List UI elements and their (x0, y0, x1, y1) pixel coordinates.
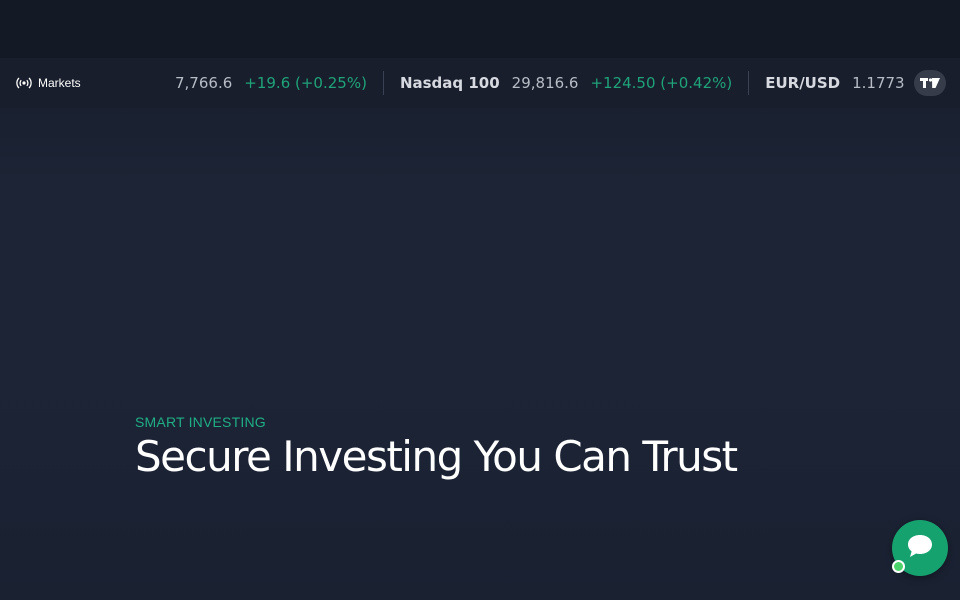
markets-label-text: Markets (38, 76, 81, 90)
tradingview-logo-icon[interactable] (914, 70, 946, 96)
ticker-divider (382, 71, 384, 95)
ticker-item[interactable]: 7,766.6 +19.6 (+0.25%) (175, 58, 367, 108)
ticker-price: 29,816.6 (511, 74, 579, 92)
ticker-item[interactable]: EUR/USD 1.1773 (765, 58, 916, 108)
ticker-change: +124.50 (+0.42%) (590, 74, 733, 92)
page: Markets 7,766.6 +19.6 (+0.25%) Nasdaq 10… (0, 0, 960, 600)
ticker-track: 7,766.6 +19.6 (+0.25%) Nasdaq 100 29,816… (175, 58, 917, 108)
hero-title: Secure Investing You Can Trust (135, 432, 738, 481)
hero-eyebrow: SMART INVESTING (135, 414, 266, 430)
chat-bubble-icon (906, 533, 934, 564)
ticker-symbol: Nasdaq 100 (399, 74, 500, 92)
ticker-item[interactable]: Nasdaq 100 29,816.6 +124.50 (+0.42%) (400, 58, 732, 108)
online-status-indicator (892, 560, 905, 573)
ticker-change: +19.6 (+0.25%) (244, 74, 367, 92)
markets-label[interactable]: Markets (16, 58, 81, 108)
broadcast-icon (16, 77, 32, 89)
market-ticker: Markets 7,766.6 +19.6 (+0.25%) Nasdaq 10… (0, 58, 960, 108)
ticker-price: 1.1773 (852, 74, 905, 92)
ticker-divider (748, 71, 750, 95)
top-navigation-bar (0, 0, 960, 58)
ticker-price: 7,766.6 (175, 74, 233, 92)
ticker-symbol: EUR/USD (765, 74, 841, 92)
